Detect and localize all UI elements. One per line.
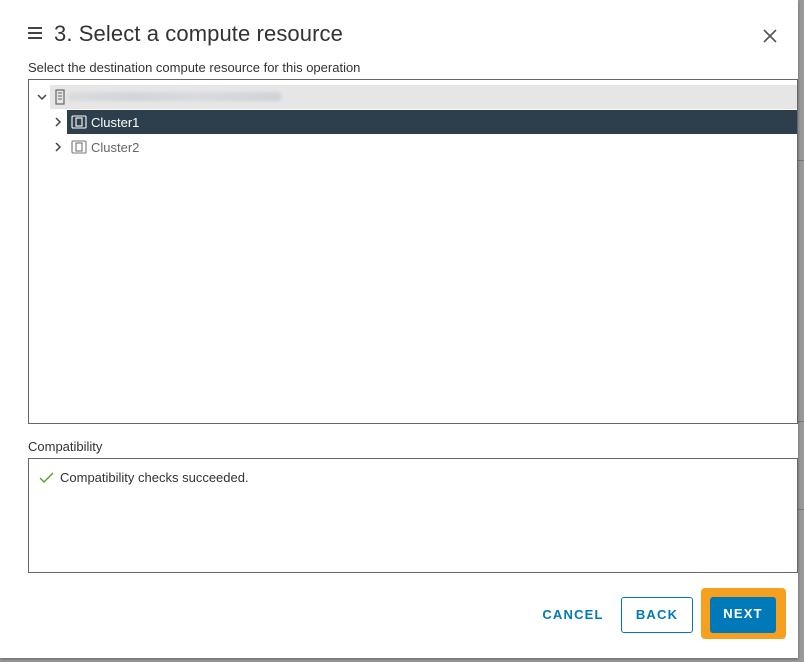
compatibility-message: Compatibility checks succeeded. [60, 470, 249, 485]
tree-item-label: Cluster2 [91, 140, 140, 155]
redacted-root-label [68, 92, 282, 101]
cluster-icon [71, 114, 87, 130]
cancel-button[interactable]: CANCEL [538, 597, 608, 633]
dialog-header: 3. Select a compute resource [28, 20, 778, 50]
tree-root-node[interactable] [37, 85, 797, 109]
next-button[interactable]: NEXT [710, 597, 776, 633]
selected-row-highlight [67, 110, 797, 134]
chevron-right-icon[interactable] [52, 116, 64, 128]
chevron-down-icon[interactable] [36, 91, 48, 103]
compatibility-label: Compatibility [28, 439, 103, 454]
hamburger-menu-icon[interactable] [28, 27, 42, 39]
chevron-right-icon[interactable] [52, 141, 64, 153]
tree-item-label: Cluster1 [91, 115, 140, 130]
tree-item-cluster1[interactable]: Cluster1 [29, 110, 797, 134]
tree-item-cluster2[interactable]: Cluster2 [29, 135, 797, 159]
select-compute-resource-dialog: 3. Select a compute resource Select the … [0, 0, 798, 658]
dialog-subtitle: Select the destination compute resource … [28, 60, 361, 75]
compatibility-panel: Compatibility checks succeeded. [28, 458, 798, 573]
dialog-title: 3. Select a compute resource [54, 21, 343, 46]
back-button[interactable]: BACK [621, 597, 693, 633]
backdrop-divider [798, 421, 804, 422]
close-icon[interactable] [762, 28, 778, 44]
check-icon [39, 471, 55, 485]
datacenter-icon [53, 89, 69, 105]
backdrop-divider [798, 160, 804, 161]
compute-resource-tree: Cluster1 Cluster2 [28, 79, 798, 424]
backdrop-divider [798, 509, 804, 510]
cluster-icon [71, 139, 87, 155]
